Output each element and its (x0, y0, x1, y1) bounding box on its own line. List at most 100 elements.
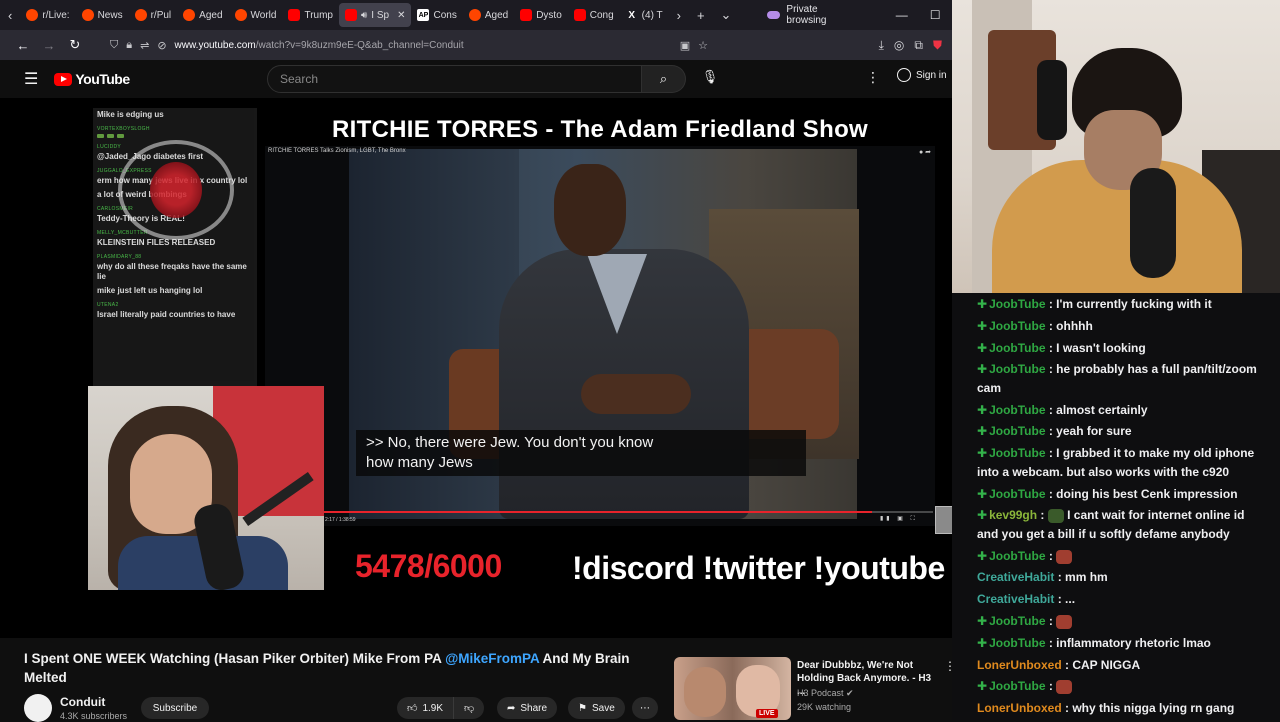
guest-head (554, 164, 626, 256)
chat-username[interactable]: JoobTube (989, 636, 1045, 650)
tab-scroll-right-button[interactable]: › (669, 8, 689, 23)
menu-icon[interactable]: ☰ (24, 69, 38, 89)
browser-tab-label: r/Live: (42, 9, 70, 21)
chat-separator: : (1045, 318, 1057, 333)
overlay-chat-user: UTENA2 (97, 302, 119, 308)
channel-avatar[interactable] (24, 694, 52, 722)
sign-in-button[interactable]: Sign in (897, 68, 947, 82)
browser-tab[interactable]: Trump (282, 3, 339, 27)
chat-username[interactable]: JoobTube (989, 403, 1045, 417)
browser-tab[interactable]: News (76, 3, 129, 27)
settings-more-button[interactable]: ⋮ (866, 69, 880, 86)
url-path: /watch?v=9k8uzm9eE-Q&ab_channel=Conduit (255, 39, 464, 51)
autoplay-blocked-icon[interactable]: ⊘ (157, 39, 166, 52)
list-all-tabs-button[interactable]: ⌄ (713, 7, 740, 23)
browser-tab-label: I Sp (371, 9, 390, 21)
browser-tab[interactable]: X (4) T (620, 3, 669, 27)
frog-emote-icon (1047, 509, 1064, 524)
forward-button[interactable]: → (36, 38, 62, 53)
youtube-play-icon (54, 72, 73, 86)
browser-tab[interactable]: 🔊︎ I Sp ✕ (338, 3, 412, 27)
more-actions-button[interactable]: ⋯ (632, 697, 658, 719)
downloads-icon[interactable]: ⤓ (879, 38, 884, 53)
search-input[interactable] (267, 65, 642, 93)
moderator-badge-icon: ✚ (977, 402, 988, 417)
minimize-button[interactable]: — (885, 8, 919, 22)
browser-tab[interactable]: Dysto (514, 3, 568, 27)
guest-hands (581, 374, 691, 414)
browser-tab[interactable]: r/Pul (129, 3, 178, 27)
permissions-icon[interactable]: ⇌ (140, 39, 149, 52)
moderator-badge-icon: ✚ (977, 486, 988, 501)
overlay-chat-message: UTENA2 Israel literally paid countries to… (97, 300, 253, 320)
verified-check-icon: ✔ (846, 688, 854, 698)
chat-message: ✚ JoobTube : he probably has a full pan/t… (977, 360, 1260, 397)
chat-username[interactable]: CreativeHabit (977, 592, 1054, 606)
reader-view-icon[interactable]: ▣ (680, 39, 690, 52)
headset-icon (1037, 60, 1067, 140)
chat-username[interactable]: JoobTube (989, 341, 1045, 355)
browser-tab[interactable]: Aged (177, 3, 228, 27)
browser-tab[interactable]: AP Cons (411, 3, 462, 27)
browser-nav-bar: ← → ↻ ⛉ 🔒︎ ⇌ ⊘ www.youtube.com/watch?v=9… (0, 30, 952, 60)
chat-username[interactable]: JoobTube (989, 424, 1045, 438)
chat-username[interactable]: JoobTube (989, 297, 1045, 311)
back-button[interactable]: ← (10, 38, 36, 53)
chat-separator: : (1045, 486, 1057, 501)
chat-username[interactable]: JoobTube (989, 679, 1045, 693)
reddit-icon (183, 9, 196, 21)
reddit-icon (468, 9, 481, 21)
ublock-icon[interactable]: ⛊ (933, 38, 942, 53)
browser-tab[interactable]: World (229, 3, 283, 27)
chat-text: yeah for sure (1056, 424, 1132, 439)
mention-link[interactable]: @MikeFromPA (445, 651, 539, 666)
chat-username[interactable]: LonerUnboxed (977, 658, 1062, 672)
chat-username[interactable]: JoobTube (989, 487, 1045, 501)
chat-text: almost certainly (1056, 402, 1148, 417)
share-button[interactable]: ➦ Share (497, 697, 558, 719)
chat-separator: : (1045, 340, 1057, 355)
channel-name[interactable]: Conduit (60, 695, 105, 709)
video-player[interactable]: Mike is edging us VORTEXBOYSLOGH LUCIDDY @J… (0, 98, 952, 638)
new-tab-button[interactable]: + (689, 8, 713, 23)
chat-username[interactable]: JoobTube (989, 362, 1045, 376)
reload-button[interactable]: ↻ (62, 37, 88, 53)
like-button[interactable]: 👍︎ 1.9K (397, 697, 455, 719)
chat-text: I wasn't looking (1056, 340, 1146, 355)
overlay-chat-text: Israel literally paid countries to have (97, 310, 236, 319)
microphone-icon: 🎙︎ (701, 69, 719, 84)
chat-username[interactable]: JoobTube (989, 319, 1045, 333)
chat-message: ✚ JoobTube : ohhhh (977, 317, 1260, 336)
dislike-button[interactable]: 👎︎ (454, 697, 485, 719)
maximize-button[interactable]: ☐ (918, 8, 952, 22)
recommendation-channel[interactable]: H3 Podcast ✔ (797, 688, 854, 699)
browser-tab[interactable]: Aged (463, 3, 514, 27)
chat-username[interactable]: LonerUnboxed (977, 701, 1062, 715)
bookmark-star-icon[interactable]: ☆ (698, 39, 708, 52)
x-icon: X (628, 9, 635, 21)
search-button[interactable]: ⌕ (642, 65, 686, 93)
chat-username[interactable]: JoobTube (989, 614, 1045, 628)
voice-search-button[interactable]: 🎙︎ (700, 69, 720, 89)
tab-scroll-left-button[interactable]: ‹ (0, 8, 20, 23)
browser-tab[interactable]: Cong (568, 3, 620, 27)
overlay-chat-message: PLASMIDARY_88 why do all these freqaks ha… (97, 252, 253, 282)
youtube-logo[interactable]: YouTube (54, 71, 130, 87)
extensions-icon[interactable]: ⧉ (914, 38, 923, 53)
save-button[interactable]: ⚑ Save (568, 697, 625, 719)
shield-icon[interactable]: ⛉ (110, 39, 118, 52)
chat-username[interactable]: JoobTube (989, 549, 1045, 563)
chat-username[interactable]: CreativeHabit (977, 570, 1054, 584)
subscribe-button[interactable]: Subscribe (141, 697, 209, 719)
bookmark-icon: ⚑ (578, 702, 587, 714)
socials-commands: !discord !twitter !youtube (572, 550, 945, 586)
close-tab-icon[interactable]: ✕ (397, 10, 405, 21)
lock-icon[interactable]: 🔒︎ (126, 39, 132, 52)
speaker-icon[interactable]: 🔊︎ (361, 10, 367, 21)
url-bar[interactable]: ⛉ 🔒︎ ⇌ ⊘ www.youtube.com/watch?v=9k8uzm9… (104, 33, 714, 57)
browser-tab[interactable]: r/Live: (20, 3, 75, 27)
account-icon[interactable]: ◎ (894, 38, 904, 53)
chat-username[interactable]: JoobTube (989, 446, 1045, 460)
embedded-progress-fill (323, 511, 872, 513)
chat-username[interactable]: kev99gh (989, 508, 1037, 522)
